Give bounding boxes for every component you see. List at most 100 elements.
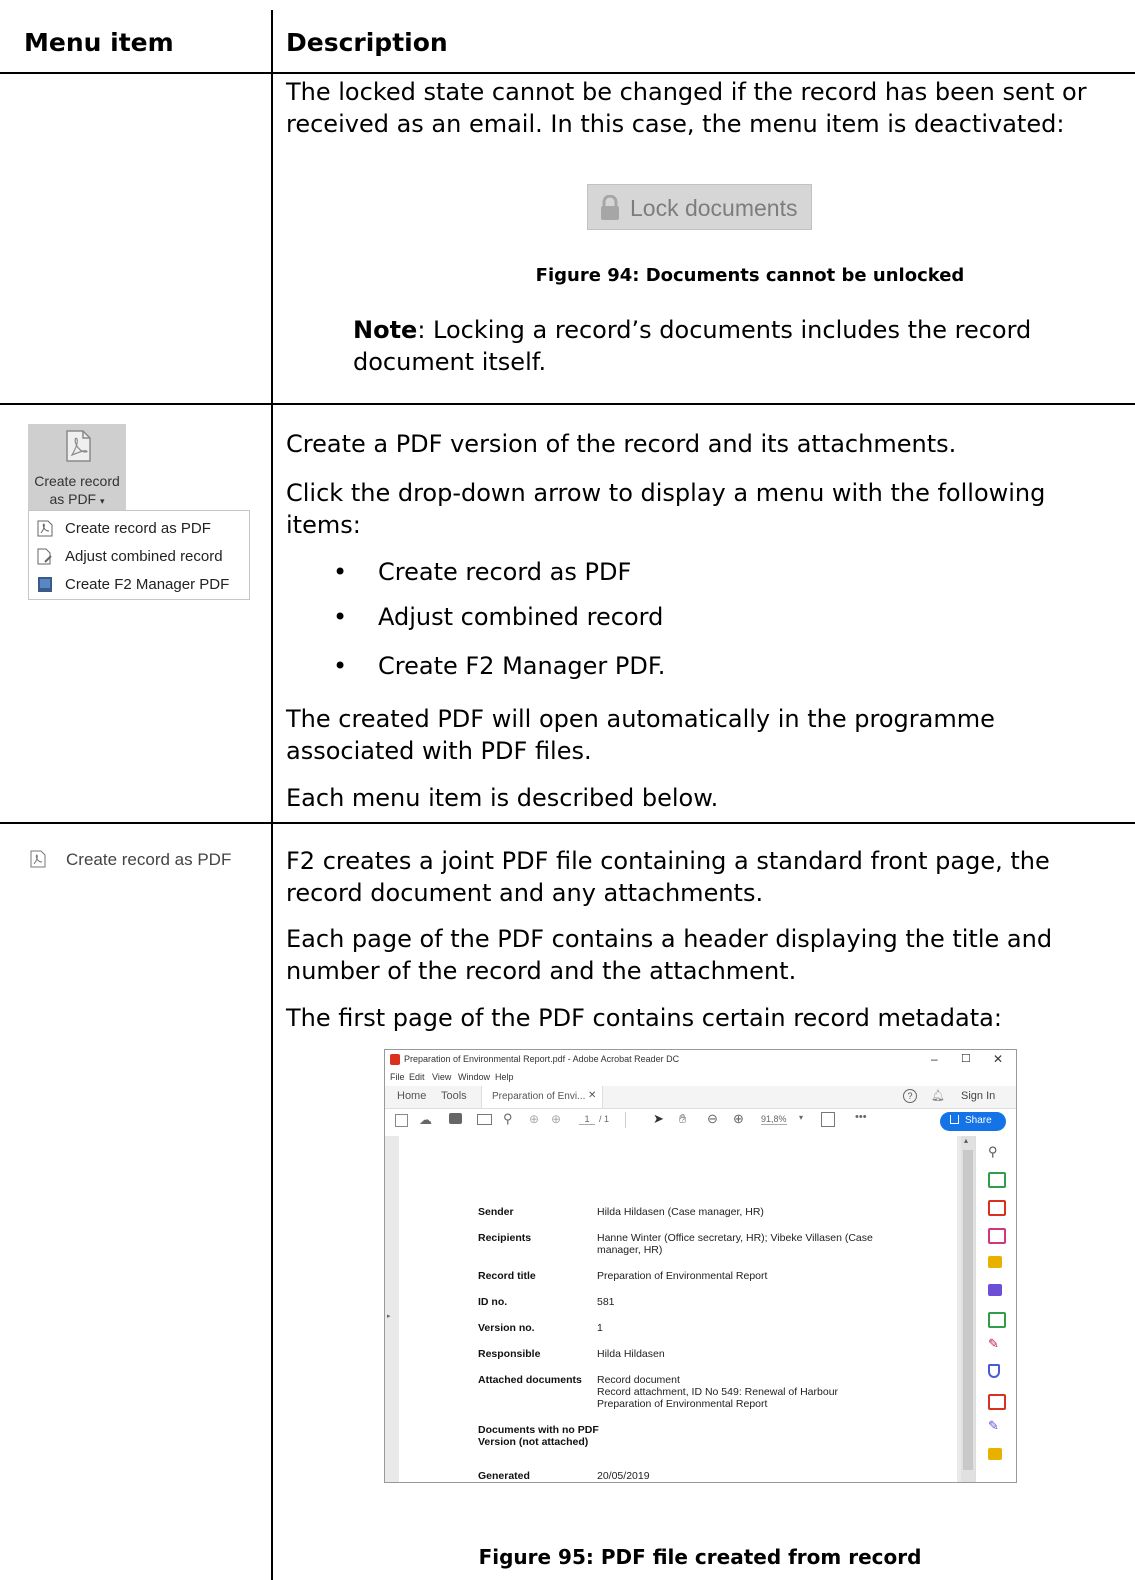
fill-sign-icon[interactable]: ✎ — [988, 1336, 999, 1352]
meta-value: 20/05/2019 — [597, 1470, 650, 1482]
more-icon[interactable]: ••• — [855, 1111, 867, 1123]
create-pdf-icon[interactable] — [988, 1200, 1006, 1216]
minimize-icon[interactable]: – — [931, 1052, 938, 1066]
pdf-para-2: Click the drop-down arrow to display a m… — [286, 479, 1046, 539]
bullet-dot: • — [333, 652, 348, 680]
next-page-icon[interactable]: ⊕ — [551, 1112, 561, 1126]
meta-key: Recipients — [478, 1232, 532, 1244]
zoom-in-icon[interactable]: ⊕ — [733, 1111, 744, 1127]
zoom-level[interactable]: 91,8% — [761, 1114, 787, 1125]
protect-icon[interactable] — [988, 1364, 1000, 1378]
create-para-3: The first page of the PDF contains certa… — [286, 1004, 1002, 1032]
tab-close-icon[interactable]: ✕ — [588, 1090, 596, 1101]
prev-page-icon[interactable]: ⊕ — [529, 1112, 539, 1126]
lock-icon — [599, 194, 621, 227]
menu-help[interactable]: Help — [495, 1072, 514, 1082]
menu-item-create-f2-manager-pdf[interactable]: Create F2 Manager PDF — [29, 571, 249, 599]
create-para-1: F2 creates a joint PDF file containing a… — [286, 847, 1050, 907]
select-cursor-icon[interactable]: ➤ — [653, 1111, 664, 1127]
help-icon[interactable]: ? — [903, 1089, 917, 1103]
acrobat-menubar: File Edit View Window Help — [385, 1070, 1016, 1086]
organize-pages-icon[interactable] — [988, 1228, 1006, 1244]
menu-item-create-record-as-pdf[interactable]: Create record as PDF — [29, 515, 249, 543]
page-current[interactable]: 1 — [579, 1114, 595, 1125]
menu-file[interactable]: File — [390, 1072, 405, 1082]
hand-icon[interactable]: ✋︎ — [679, 1111, 686, 1127]
menu-view[interactable]: View — [432, 1072, 451, 1082]
menu-edit[interactable]: Edit — [409, 1072, 425, 1082]
menu-item-label: Create record as PDF — [65, 520, 211, 537]
save-icon[interactable] — [395, 1114, 408, 1127]
tab-document[interactable]: Preparation of Envi... ✕ — [481, 1086, 603, 1108]
pdf-para-3: The created PDF will open automatically … — [286, 705, 995, 765]
export-pdf-icon[interactable] — [988, 1172, 1006, 1188]
ribbon-label-line1: Create record — [34, 473, 120, 489]
acrobat-pdf-icon[interactable] — [988, 1394, 1006, 1410]
zoom-search-icon[interactable]: ⚲ — [503, 1111, 513, 1127]
meta-key: Documents with no PDF Version (not attac… — [478, 1424, 599, 1448]
bullet-dot: • — [333, 558, 348, 586]
meta-key: ID no. — [478, 1296, 508, 1308]
create-record-as-pdf-ribbon-button[interactable]: Create record as PDF ▾ — [28, 424, 126, 511]
meta-value: Hilda Hildasen — [597, 1348, 665, 1360]
note-paragraph: Note: Locking a record’s documents inclu… — [353, 314, 1113, 378]
dropdown-arrow-icon[interactable]: ▾ — [100, 496, 105, 506]
acrobat-titlebar: Preparation of Environmental Report.pdf … — [385, 1050, 1016, 1070]
pdf-dropdown-menu: Create record as PDF Adjust combined rec… — [28, 510, 250, 600]
maximize-icon[interactable]: ☐ — [961, 1052, 971, 1065]
share-label: Share — [965, 1115, 992, 1126]
close-icon[interactable]: ✕ — [993, 1052, 1003, 1066]
menu-item-label: Create F2 Manager PDF — [65, 576, 230, 593]
lock-documents-label: Lock documents — [630, 195, 798, 221]
meta-key: Attached documents — [478, 1374, 582, 1386]
meta-value: Hilda Hildasen (Case manager, HR) — [597, 1206, 764, 1218]
f2-manager-icon — [37, 576, 53, 597]
tools-right-pane: ⚲ ✎ ✎ — [975, 1136, 1016, 1482]
vertical-scrollbar[interactable]: ▴ — [961, 1136, 975, 1482]
left-pane-expand-icon[interactable]: ▸ — [387, 1312, 391, 1320]
scroll-up-icon[interactable]: ▴ — [964, 1136, 968, 1145]
menu-item-adjust-combined-record[interactable]: Adjust combined record — [29, 543, 249, 571]
share-button[interactable]: Share — [940, 1112, 1006, 1131]
print-icon[interactable] — [449, 1113, 462, 1124]
column-divider — [271, 10, 273, 1580]
figure-94-caption: Figure 94: Documents cannot be unlocked — [535, 265, 965, 286]
sign-in-link[interactable]: Sign In — [961, 1090, 995, 1102]
window-title: Preparation of Environmental Report.pdf … — [404, 1054, 680, 1064]
tab-document-label: Preparation of Envi... — [492, 1091, 586, 1102]
combine-files-icon[interactable] — [988, 1284, 1002, 1296]
more-tools-icon[interactable] — [988, 1448, 1002, 1460]
zoom-tool-icon[interactable]: ⚲ — [988, 1144, 998, 1160]
upload-cloud-icon[interactable]: ☁ — [419, 1112, 432, 1128]
header-rule — [0, 72, 1135, 74]
meta-value: 581 — [597, 1296, 615, 1308]
menu-window[interactable]: Window — [458, 1072, 490, 1082]
pdf-page: Sender Hilda Hildasen (Case manager, HR)… — [387, 1136, 965, 1482]
comment-icon[interactable] — [988, 1256, 1002, 1268]
zoom-out-icon[interactable]: ⊖ — [707, 1111, 718, 1127]
sign-icon[interactable]: ✎ — [988, 1418, 999, 1434]
create-para-2: Each page of the PDF contains a header d… — [286, 925, 1053, 985]
acrobat-logo-icon — [390, 1054, 400, 1065]
lock-paragraph: The locked state cannot be changed if th… — [286, 78, 1087, 138]
meta-value: Record document Record attachment, ID No… — [597, 1374, 839, 1410]
scroll-thumb[interactable] — [963, 1150, 973, 1470]
menu-item-label: Adjust combined record — [65, 548, 223, 565]
bullet-text: Create record as PDF — [378, 558, 632, 586]
email-icon[interactable] — [477, 1114, 492, 1125]
acrobat-tabbar: Home Tools Preparation of Envi... ✕ ? 🔔︎… — [385, 1086, 1016, 1109]
separator — [625, 1112, 626, 1128]
note-text: : Locking a record’s documents includes … — [353, 316, 1032, 376]
zoom-dropdown-icon[interactable]: ▾ — [799, 1113, 803, 1122]
bullet-text: Create F2 Manager PDF. — [378, 652, 666, 680]
compress-pdf-icon[interactable] — [988, 1312, 1006, 1328]
bell-icon[interactable]: 🔔︎ — [931, 1089, 945, 1102]
pdf-para-4: Each menu item is described below. — [286, 784, 719, 812]
tab-home[interactable]: Home — [397, 1090, 426, 1102]
meta-key: Version no. — [478, 1322, 535, 1334]
tab-tools[interactable]: Tools — [441, 1090, 467, 1102]
page-fit-icon[interactable] — [821, 1112, 835, 1127]
bullet-dot: • — [333, 603, 348, 631]
meta-key: Responsible — [478, 1348, 541, 1360]
pdf-icon — [30, 850, 46, 873]
